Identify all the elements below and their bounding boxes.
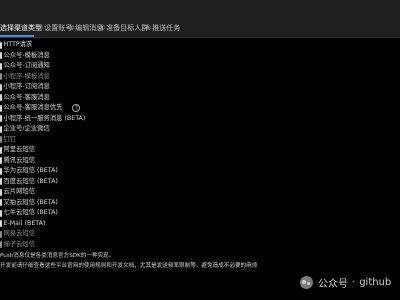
channel-item-upyun-sms[interactable]: 又拍云短信 (BETA) xyxy=(0,198,58,208)
tab-label: 准备目标人群 xyxy=(106,24,149,32)
channel-label: 小程序-订阅消息 xyxy=(3,83,50,90)
radio-marker xyxy=(0,230,2,238)
channel-item-qiniu-sms[interactable]: 七牛云短信 (BETA) xyxy=(0,208,58,218)
radio-marker xyxy=(0,241,2,248)
step-tabs: 选择渠道类型 ②设置账号 ③编辑消息 ④准备目标人群 ⑤推送任务 xyxy=(0,0,400,38)
radio-marker xyxy=(0,94,2,101)
wechat-logo-icon xyxy=(300,275,313,289)
radio-marker xyxy=(0,199,2,206)
footer-note-sdk: Push消息仅是各类消息官方SDK的一种实现。 xyxy=(0,253,115,259)
step-number: ② xyxy=(37,24,44,32)
channel-item-dingtalk[interactable]: 钉钉 xyxy=(0,135,16,145)
radio-marker xyxy=(0,52,2,59)
radio-marker xyxy=(0,146,2,154)
tab-label: 选择渠道类型 xyxy=(0,24,42,32)
channel-label: 公众号-订阅通知 xyxy=(3,62,50,69)
channel-item-wecom[interactable]: 企业号/企业微信 xyxy=(0,124,50,134)
channel-item-mp-kefu-priority[interactable]: 公众号-客服消息优先 ? xyxy=(0,103,81,113)
step-number: ⑤ xyxy=(145,24,152,32)
channel-label: 公众号-模板消息 xyxy=(3,51,50,59)
channel-label: 阿里云短信 xyxy=(3,146,35,153)
step-number: ③ xyxy=(68,24,75,32)
tab-push-task[interactable]: ⑤推送任务 xyxy=(145,22,180,34)
channel-label: 钉钉 xyxy=(3,135,17,143)
question-circle-icon[interactable]: ? xyxy=(72,104,81,112)
channel-label: 又拍云短信 (BETA) xyxy=(3,198,58,206)
radio-marker xyxy=(0,209,2,217)
channel-item-email[interactable]: E-Mail (BETA) xyxy=(0,219,45,229)
channel-item-miniapp-template[interactable]: 小程序-模板消息 xyxy=(0,72,50,82)
radio-marker xyxy=(0,157,2,164)
channel-item-http[interactable]: HTTP请求 xyxy=(0,40,32,50)
channel-label: 腾讯云短信 xyxy=(3,156,35,164)
radio-marker xyxy=(0,188,2,196)
tab-set-account[interactable]: ②设置账号 xyxy=(37,22,72,34)
channel-item-mp-subscribe[interactable]: 公众号-订阅通知 xyxy=(0,61,50,71)
watermark-brand: 公众号 xyxy=(318,278,348,290)
watermark-account: github xyxy=(359,276,392,288)
channel-label: 小程序-统一服务消息 (BETA) xyxy=(3,114,86,122)
radio-marker xyxy=(0,220,2,227)
watermark: 公众号 · github xyxy=(300,274,391,290)
radio-marker xyxy=(0,125,2,133)
channel-label: HTTP请求 xyxy=(3,41,33,48)
channel-item-baidu-sms[interactable]: 百度云短信 (BETA) xyxy=(0,177,58,187)
channel-label: 小程序-模板消息 xyxy=(3,72,50,80)
radio-marker xyxy=(0,41,2,49)
radio-marker xyxy=(0,115,2,122)
active-tab-indicator xyxy=(0,35,34,37)
radio-marker xyxy=(0,178,2,185)
radio-marker xyxy=(0,104,2,112)
radio-marker xyxy=(0,136,2,143)
tab-target-audience[interactable]: ④准备目标人群 xyxy=(99,22,148,34)
channel-label: 华为云短信 (BETA) xyxy=(3,167,58,174)
channel-item-netease-sms[interactable]: 网易云短信 xyxy=(0,229,35,239)
channel-item-yunpian-sms[interactable]: 云片网短信 xyxy=(0,187,35,197)
channel-item-tencent-sms[interactable]: 腾讯云短信 xyxy=(0,156,35,166)
channel-item-huawei-sms[interactable]: 华为云短信 (BETA) xyxy=(0,166,58,176)
tab-label: 推送任务 xyxy=(152,24,181,32)
radio-marker xyxy=(0,167,2,175)
channel-label: 七牛云短信 (BETA) xyxy=(3,209,58,216)
channel-label: 网易云短信 xyxy=(3,230,35,237)
step-number: ④ xyxy=(99,24,106,32)
radio-marker xyxy=(0,83,2,91)
watermark-separator: · xyxy=(352,276,356,288)
channel-label: 百度云短信 (BETA) xyxy=(3,177,58,185)
channel-label: 公众号-客服消息优先 xyxy=(3,104,63,111)
channel-item-mp-template[interactable]: 公众号-模板消息 xyxy=(0,51,50,61)
tab-select-channel[interactable]: 选择渠道类型 xyxy=(0,22,42,34)
radio-marker xyxy=(0,73,2,80)
channel-item-miniapp-unified[interactable]: 小程序-统一服务消息 (BETA) xyxy=(0,114,85,124)
channel-label: 企业号/企业微信 xyxy=(3,125,50,132)
footer-note-rules: 开发前请仔细查看这些平台官网的使用规则和开发文档，尤其是发送频率限制等，避免造成… xyxy=(0,263,258,269)
channel-label: 公众号-客服消息 xyxy=(3,93,50,101)
channel-label: 云片网短信 xyxy=(3,188,35,195)
channel-label: E-Mail (BETA) xyxy=(3,219,46,227)
radio-marker xyxy=(0,62,2,70)
tab-edit-message[interactable]: ③编辑消息 xyxy=(68,22,103,34)
channel-item-miniapp-subscribe[interactable]: 小程序-订阅消息 xyxy=(0,82,50,92)
channel-item-mp-kefu[interactable]: 公众号-客服消息 xyxy=(0,93,50,103)
channel-item-aliyun-sms[interactable]: 阿里云短信 xyxy=(0,145,35,155)
